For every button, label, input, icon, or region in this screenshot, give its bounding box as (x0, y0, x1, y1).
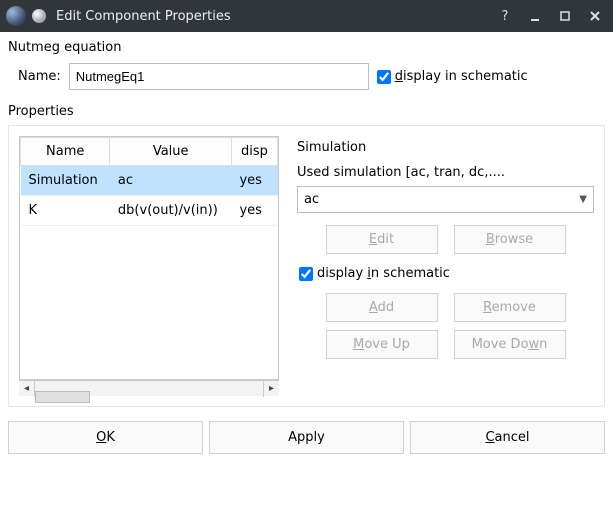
component-type-label: Nutmeg equation (8, 40, 605, 55)
properties-area: Name Value disp Simulation ac yes K (8, 125, 605, 407)
remove-button[interactable]: Remove (454, 293, 566, 322)
property-name-label: Simulation (297, 140, 594, 155)
name-input[interactable] (69, 63, 369, 90)
scroll-right-arrow-icon[interactable]: ▸ (263, 381, 279, 397)
scroll-left-arrow-icon[interactable]: ◂ (19, 381, 35, 397)
display-in-schematic-checkbox-top[interactable]: display in schematic (377, 69, 528, 84)
cell-display: yes (231, 166, 277, 196)
properties-table-wrap: Name Value disp Simulation ac yes K (19, 136, 279, 396)
move-up-button[interactable]: Move Up (326, 330, 438, 359)
chevron-down-icon: ▼ (579, 194, 587, 205)
dialog-body: Nutmeg equation Name: display in schemat… (0, 32, 613, 462)
scroll-thumb[interactable] (35, 391, 90, 403)
cell-name: K (21, 196, 110, 226)
col-display-header[interactable]: disp (231, 138, 277, 166)
combo-value: ac (304, 192, 319, 207)
cell-display: yes (231, 196, 277, 226)
titlebar: Edit Component Properties ? (0, 0, 613, 32)
property-description: Used simulation [ac, tran, dc,.... (297, 165, 594, 180)
col-name-header[interactable]: Name (21, 138, 110, 166)
properties-label: Properties (8, 104, 605, 119)
table-row[interactable]: Simulation ac yes (21, 166, 278, 196)
display-top-label: display in schematic (395, 69, 528, 84)
ok-button[interactable]: OK (8, 421, 203, 454)
properties-table: Name Value disp Simulation ac yes K (20, 137, 278, 226)
table-row[interactable]: K db(v(out)/v(in)) yes (21, 196, 278, 226)
name-row: Name: display in schematic (8, 63, 605, 90)
dialog-button-row: OK Apply Cancel (8, 421, 605, 454)
property-value-combo[interactable]: ac ▼ (297, 186, 594, 213)
col-value-header[interactable]: Value (110, 138, 232, 166)
add-button[interactable]: Add (326, 293, 438, 322)
display-prop-check[interactable] (299, 267, 313, 281)
cell-value: db(v(out)/v(in)) (110, 196, 232, 226)
table-header-row: Name Value disp (21, 138, 278, 166)
display-top-check[interactable] (377, 70, 391, 84)
property-editor-panel: Simulation Used simulation [ac, tran, dc… (297, 136, 594, 396)
apply-button[interactable]: Apply (209, 421, 404, 454)
browse-button[interactable]: Browse (454, 225, 566, 254)
move-down-button[interactable]: Move Down (454, 330, 566, 359)
name-label: Name: (18, 69, 61, 84)
pin-icon[interactable] (32, 9, 46, 23)
maximize-button[interactable] (553, 4, 577, 28)
horizontal-scrollbar[interactable]: ◂ ▸ (19, 380, 279, 396)
properties-table-scroll[interactable]: Name Value disp Simulation ac yes K (19, 136, 279, 380)
help-button[interactable]: ? (493, 4, 517, 28)
window-title: Edit Component Properties (52, 9, 487, 24)
cancel-button[interactable]: Cancel (410, 421, 605, 454)
app-icon (6, 6, 26, 26)
display-prop-label: display in schematic (317, 266, 450, 281)
close-button[interactable] (583, 4, 607, 28)
cell-name: Simulation (21, 166, 110, 196)
cell-value: ac (110, 166, 232, 196)
display-in-schematic-checkbox-prop[interactable]: display in schematic (299, 266, 594, 281)
minimize-button[interactable] (523, 4, 547, 28)
edit-button[interactable]: Edit (326, 225, 438, 254)
